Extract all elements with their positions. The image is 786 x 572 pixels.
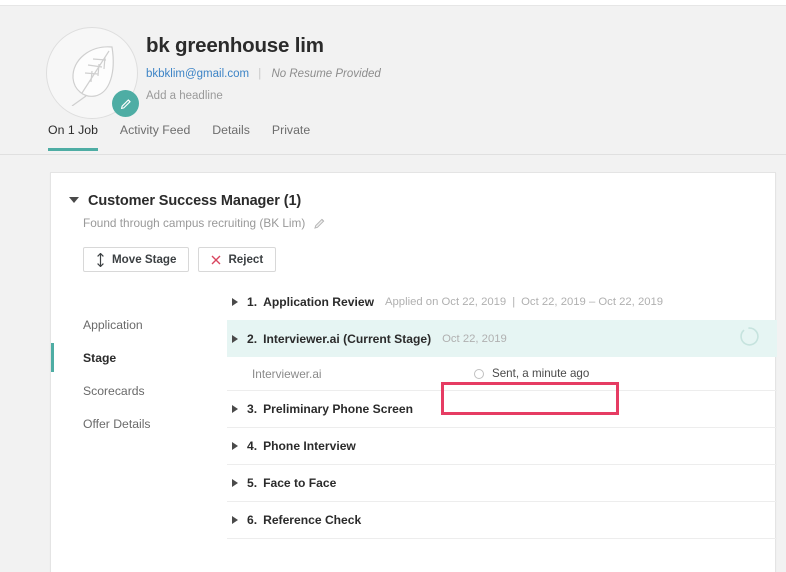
sent-a-minute-ago-status[interactable]: Sent, a minute ago (474, 367, 589, 380)
stage-row-preliminary-phone-screen[interactable]: 3. Preliminary Phone Screen (227, 391, 777, 428)
meta-separator: | (258, 68, 262, 80)
job-source-note-row: Found through campus recruiting (BK Lim) (51, 209, 777, 230)
status-text: Sent, a minute ago (492, 367, 590, 380)
job-title-row: Customer Success Manager (1) (51, 173, 777, 209)
avatar (46, 27, 140, 121)
caret-right-icon[interactable] (232, 297, 238, 306)
sidebar-item-stage[interactable]: Stage (51, 341, 226, 374)
job-action-buttons: Move Stage Reject (51, 230, 777, 272)
sidebar-item-label: Scorecards (83, 383, 145, 398)
sidebar-item-offer-details[interactable]: Offer Details (51, 407, 226, 440)
tab-activity-feed[interactable]: Activity Feed (120, 122, 190, 151)
candidate-email-link[interactable]: bkbklim@gmail.com (146, 68, 249, 80)
page-root: bk greenhouse lim bkbklim@gmail.com | No… (0, 0, 786, 572)
stage-number: 6. (247, 513, 258, 527)
reject-label: Reject (228, 253, 264, 266)
tab-private[interactable]: Private (272, 122, 310, 151)
stage-date: Oct 22, 2019 (442, 332, 507, 345)
sidebar-item-scorecards[interactable]: Scorecards (51, 374, 226, 407)
loading-spinner-icon (739, 326, 759, 351)
caret-right-icon[interactable] (232, 334, 238, 343)
x-icon (211, 255, 221, 265)
reject-button[interactable]: Reject (198, 247, 277, 272)
caret-right-icon[interactable] (232, 479, 238, 487)
caret-down-icon[interactable] (69, 197, 79, 203)
sidebar-item-application[interactable]: Application (51, 308, 226, 341)
sidebar-item-label: Offer Details (83, 416, 151, 431)
stage-number: 3. (247, 402, 258, 416)
move-stage-arrows-icon (96, 252, 105, 267)
stage-row-face-to-face[interactable]: 5. Face to Face (227, 465, 777, 502)
stage-row-phone-interview[interactable]: 4. Phone Interview (227, 428, 777, 465)
edit-source-note-button[interactable] (313, 217, 326, 230)
tab-on-1-job[interactable]: On 1 Job (48, 122, 98, 151)
job-source-note: Found through campus recruiting (BK Lim) (83, 216, 306, 230)
pencil-icon (314, 218, 325, 229)
stage-number: 4. (247, 439, 258, 453)
stage-number: 1. (247, 294, 258, 309)
candidate-section-nav: Application Stage Scorecards Offer Detai… (51, 308, 226, 440)
caret-right-icon[interactable] (232, 516, 238, 524)
avatar-edit-button[interactable] (112, 90, 139, 117)
move-stage-button[interactable]: Move Stage (83, 247, 190, 272)
tab-details[interactable]: Details (212, 122, 250, 151)
job-header-block: Customer Success Manager (1) Found throu… (51, 173, 777, 272)
stage-list: 1. Application Review Applied on Oct 22,… (227, 283, 777, 539)
profile-tabs: On 1 Job Activity Feed Details Private (0, 122, 786, 155)
stage-row-reference-check[interactable]: 6. Reference Check (227, 502, 777, 539)
stage-detail-label: Interviewer.ai (252, 366, 322, 381)
stage-name: Interviewer.ai (Current Stage) (263, 331, 432, 346)
stage-date-separator: | (512, 295, 516, 308)
stage-detail-row-interviewer-ai: Interviewer.ai Sent, a minute ago (227, 357, 777, 391)
stage-name: Phone Interview (263, 439, 356, 453)
sidebar-item-label: Application (83, 317, 143, 332)
stage-number: 2. (247, 331, 258, 346)
profile-info: bk greenhouse lim bkbklim@gmail.com | No… (146, 34, 381, 103)
profile-meta: bkbklim@gmail.com | No Resume Provided (146, 67, 381, 81)
stage-number: 5. (247, 476, 258, 490)
stage-date-range: Oct 22, 2019 – Oct 22, 2019 (521, 295, 664, 308)
job-card: Customer Success Manager (1) Found throu… (50, 172, 777, 572)
pencil-icon (120, 98, 131, 109)
empty-circle-icon (474, 368, 484, 379)
candidate-name: bk greenhouse lim (146, 34, 324, 57)
stage-name: Application Review (263, 294, 374, 309)
job-title: Customer Success Manager (1) (88, 193, 302, 209)
stage-name: Reference Check (263, 513, 362, 527)
sidebar-item-label: Stage (83, 350, 117, 365)
stage-name: Face to Face (263, 476, 337, 490)
caret-right-icon[interactable] (232, 405, 238, 413)
stage-name: Preliminary Phone Screen (263, 402, 413, 416)
move-stage-label: Move Stage (112, 253, 177, 266)
add-headline-link[interactable]: Add a headline (146, 89, 381, 103)
resume-status: No Resume Provided (271, 68, 381, 80)
caret-right-icon[interactable] (232, 442, 238, 450)
stage-row-application-review[interactable]: 1. Application Review Applied on Oct 22,… (227, 283, 777, 320)
stage-applied-on: Applied on Oct 22, 2019 (384, 295, 507, 308)
stage-row-interviewer-ai[interactable]: 2. Interviewer.ai (Current Stage) Oct 22… (227, 320, 777, 357)
